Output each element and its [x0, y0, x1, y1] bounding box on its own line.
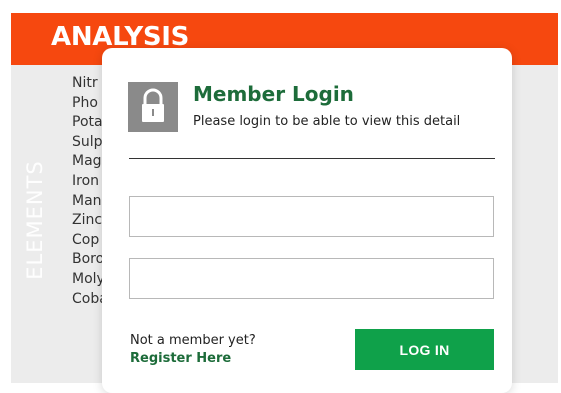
register-link[interactable]: Register Here — [130, 351, 231, 366]
lock-icon — [128, 82, 178, 132]
username-field[interactable] — [129, 196, 494, 237]
password-field[interactable] — [129, 258, 494, 299]
modal-divider — [129, 158, 495, 159]
modal-title: Member Login — [193, 82, 354, 106]
not-member-text: Not a member yet? — [130, 333, 256, 348]
elements-side-label-text: ELEMENTS — [23, 160, 47, 280]
elements-side-label: ELEMENTS — [14, 150, 56, 290]
modal-subtitle: Please login to be able to view this det… — [193, 114, 461, 129]
login-button[interactable]: LOG IN — [355, 329, 494, 370]
login-modal: Member Login Please login to be able to … — [102, 48, 512, 393]
